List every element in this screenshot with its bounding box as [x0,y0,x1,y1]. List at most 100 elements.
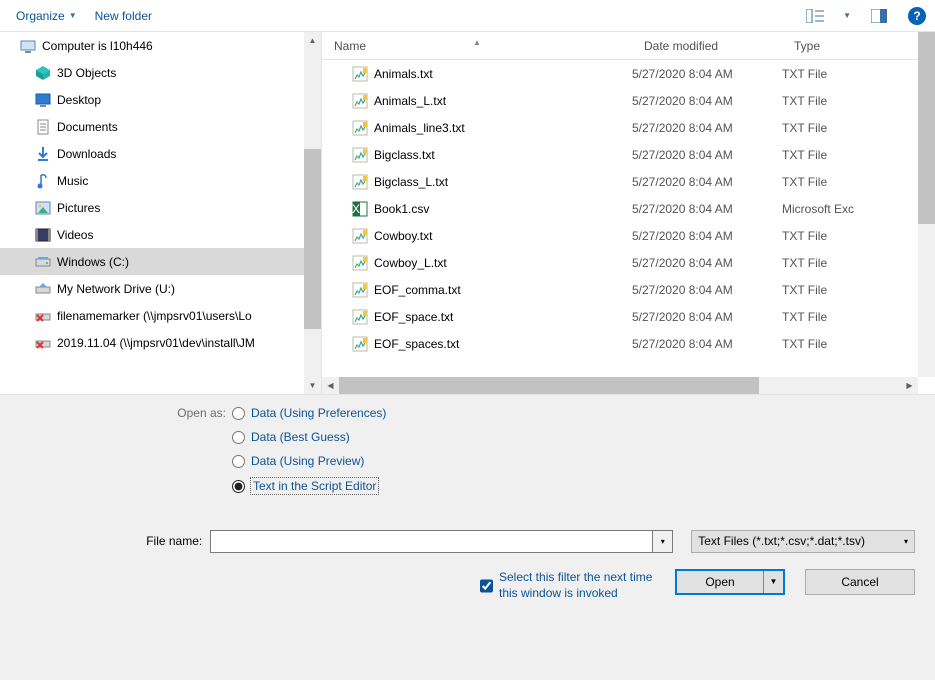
scroll-thumb[interactable] [304,149,321,329]
open-as-radio[interactable] [232,480,245,493]
file-row[interactable]: Cowboy_L.txt5/27/2020 8:04 AMTXT File [322,249,918,276]
file-row[interactable]: Cowboy.txt5/27/2020 8:04 AMTXT File [322,222,918,249]
list-vscrollbar[interactable] [918,32,935,377]
remember-filter-checkbox[interactable] [480,571,493,601]
documents-icon [35,119,51,135]
toolbar: Organize ▼ New folder ▼ ? [0,0,935,32]
netdrive-icon [35,281,51,297]
open-as-radio[interactable] [232,407,245,420]
tree-item-label: Windows (C:) [57,255,129,269]
open-as-radio[interactable] [232,431,245,444]
tree-item-label: My Network Drive (U:) [57,282,175,296]
tree-item[interactable]: Pictures [0,194,321,221]
open-as-options: Data (Using Preferences) Data (Best Guess… [232,405,386,494]
open-as-option[interactable]: Text in the Script Editor [232,478,386,494]
chevron-down-icon[interactable]: ▼ [843,11,851,20]
open-button[interactable]: Open ▼ [675,569,785,595]
tree-item[interactable]: filenamemarker (\\jmpsrv01\users\Lo [0,302,321,329]
file-row[interactable]: Animals.txt5/27/2020 8:04 AMTXT File [322,60,918,87]
tree-item[interactable]: 2019.11.04 (\\jmpsrv01\dev\install\JM [0,329,321,356]
file-date: 5/27/2020 8:04 AM [632,121,782,135]
tree-item-label: Music [57,174,88,188]
file-icon [352,120,368,136]
file-row[interactable]: EOF_comma.txt5/27/2020 8:04 AMTXT File [322,276,918,303]
open-as-option-label: Data (Best Guess) [251,429,350,445]
new-folder-button[interactable]: New folder [95,9,152,23]
netdrive-x-icon [35,335,51,351]
open-as-option[interactable]: Data (Using Preview) [232,453,386,469]
file-date: 5/27/2020 8:04 AM [632,94,782,108]
scroll-right-icon[interactable]: ▶ [901,377,918,394]
file-type: TXT File [782,121,918,135]
remember-filter-label: Select this filter the next time this wi… [499,569,660,601]
chevron-down-icon: ▾ [904,537,908,546]
open-as-radio[interactable] [232,455,245,468]
file-list[interactable]: Animals.txt5/27/2020 8:04 AMTXT FileAnim… [322,60,918,377]
file-row[interactable]: Animals_line3.txt5/27/2020 8:04 AMTXT Fi… [322,114,918,141]
desktop-icon [35,92,51,108]
file-icon [352,66,368,82]
file-icon [352,255,368,271]
vscroll-thumb[interactable] [918,32,935,224]
filetype-combo[interactable]: Text Files (*.txt;*.csv;*.dat;*.tsv) ▾ [691,530,915,553]
tree-item[interactable]: Downloads [0,140,321,167]
filetype-label: Text Files (*.txt;*.csv;*.dat;*.tsv) [698,534,865,548]
file-row[interactable]: Bigclass_L.txt5/27/2020 8:04 AMTXT File [322,168,918,195]
open-as-option[interactable]: Data (Using Preferences) [232,405,386,421]
tree-item-label: 3D Objects [57,66,116,80]
file-row[interactable]: EOF_spaces.txt5/27/2020 8:04 AMTXT File [322,330,918,357]
nav-tree[interactable]: Computer is l10h446 3D Objects Desktop Docu… [0,32,322,394]
cancel-button[interactable]: Cancel [805,569,915,595]
file-row[interactable]: EOF_space.txt5/27/2020 8:04 AMTXT File [322,303,918,330]
file-name: EOF_space.txt [374,310,453,324]
file-date: 5/27/2020 8:04 AM [632,202,782,216]
tree-item-label: filenamemarker (\\jmpsrv01\users\Lo [57,309,252,323]
help-button[interactable]: ? [907,6,927,26]
col-header-date[interactable]: Date modified [632,39,782,53]
open-split-dropdown[interactable]: ▼ [763,571,783,593]
preview-pane-button[interactable] [869,6,889,26]
file-type: TXT File [782,256,918,270]
file-name: Animals_L.txt [374,94,446,108]
tree-item-label: Desktop [57,93,101,107]
hscroll-thumb[interactable] [339,377,759,394]
tree-item[interactable]: Music [0,167,321,194]
pictures-icon [35,200,51,216]
tree-item[interactable]: Desktop [0,86,321,113]
organize-button[interactable]: Organize ▼ [16,9,77,23]
file-date: 5/27/2020 8:04 AM [632,283,782,297]
new-folder-label: New folder [95,9,152,23]
col-header-type[interactable]: Type [782,39,935,53]
file-row[interactable]: XBook1.csv5/27/2020 8:04 AMMicrosoft Exc [322,195,918,222]
file-icon: X [352,201,368,217]
file-icon [352,147,368,163]
column-headers[interactable]: Name ▲ Date modified Type [322,32,935,60]
tree-item[interactable]: My Network Drive (U:) [0,275,321,302]
view-options-button[interactable] [805,6,825,26]
filename-input[interactable] [210,530,653,553]
scroll-left-icon[interactable]: ◀ [322,377,339,394]
computer-icon [20,38,36,54]
list-hscrollbar[interactable]: ◀ ▶ [322,377,918,394]
file-row[interactable]: Animals_L.txt 5/27/2020 8:04 AMTXT File [322,87,918,114]
tree-item[interactable]: Computer is l10h446 [0,32,321,59]
tree-item[interactable]: Videos [0,221,321,248]
tree-scrollbar[interactable]: ▲ ▼ [304,32,321,394]
file-type: TXT File [782,229,918,243]
main-area: Computer is l10h446 3D Objects Desktop Docu… [0,32,935,395]
open-as-option-label: Data (Using Preferences) [251,405,386,421]
file-type: TXT File [782,94,918,108]
scroll-up-icon[interactable]: ▲ [304,32,321,49]
open-as-option[interactable]: Data (Best Guess) [232,429,386,445]
file-row[interactable]: Bigclass.txt5/27/2020 8:04 AMTXT File [322,141,918,168]
organize-label: Organize [16,9,65,23]
col-header-name[interactable]: Name ▲ [322,39,632,53]
filename-dropdown-button[interactable]: ▾ [653,530,673,553]
tree-item[interactable]: Documents [0,113,321,140]
download-icon [35,146,51,162]
svg-text:X: X [352,202,360,216]
tree-item[interactable]: Windows (C:) [0,248,321,275]
scroll-down-icon[interactable]: ▼ [304,377,321,394]
file-icon [352,309,368,325]
tree-item[interactable]: 3D Objects [0,59,321,86]
